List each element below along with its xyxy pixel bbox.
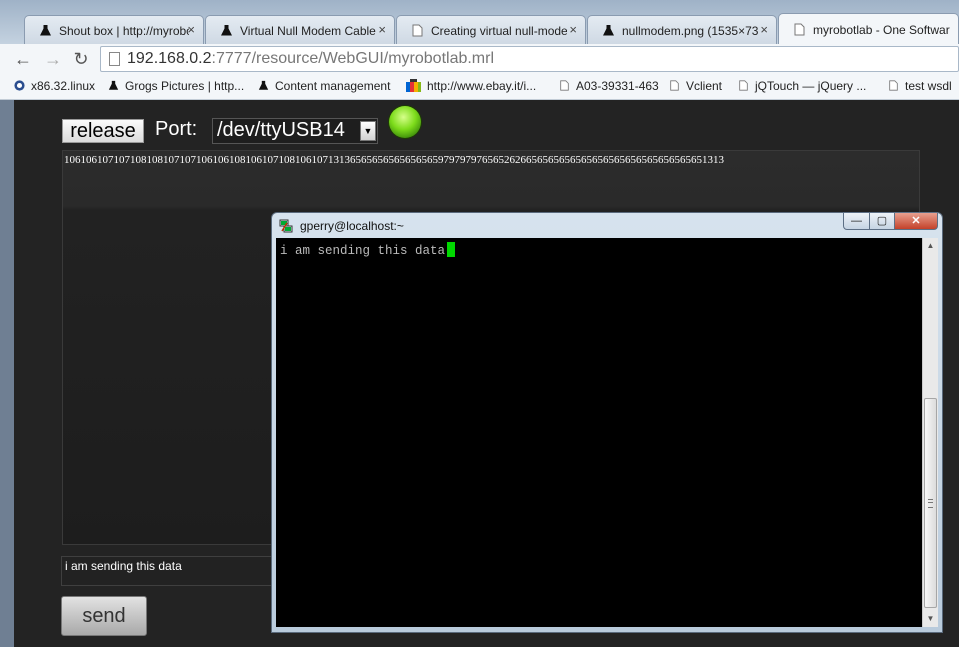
flask-icon	[108, 80, 119, 90]
bookmark-label: Grogs Pictures | http...	[125, 79, 245, 93]
reload-button[interactable]: ↻	[70, 48, 92, 70]
terminal-scrollbar[interactable]: ▲ ▼	[922, 238, 938, 627]
terminal-screen[interactable]: i am sending this data	[276, 238, 922, 627]
page-icon	[412, 24, 423, 37]
putty-window: gperry@localhost:~ — ▢ ✕ i am sending th…	[271, 212, 943, 633]
tab-myrobotlab[interactable]: myrobotlab - One Softwar	[778, 13, 959, 44]
bookmark-label: x86.32.linux	[31, 79, 96, 93]
received-data-text: 1061061071071081081071071061061081061071…	[64, 154, 724, 166]
close-icon[interactable]: ×	[187, 22, 195, 37]
maximize-button[interactable]: ▢	[869, 212, 895, 230]
tab-strip: Shout box | http://myrobc × Virtual Null…	[0, 0, 959, 44]
bookmark-item[interactable]: A03-39331-463	[559, 79, 659, 93]
terminal-text: i am sending this data	[280, 244, 446, 258]
bookmark-label: jQTouch — jQuery ...	[755, 79, 867, 93]
bookmark-label: Content management	[275, 79, 391, 93]
page-icon	[794, 23, 805, 36]
tab-title: myrobotlab - One Softwar	[813, 23, 950, 37]
linux-icon	[14, 80, 25, 91]
back-button[interactable]: ←	[12, 48, 34, 70]
tab-shout-box[interactable]: Shout box | http://myrobc ×	[24, 15, 204, 44]
connection-status-indicator	[389, 106, 421, 138]
url-text: 192.168.0.2:7777/resource/WebGUI/myrobot…	[127, 50, 494, 68]
desktop-edge	[0, 100, 14, 647]
scroll-down-icon[interactable]: ▼	[923, 611, 938, 627]
window-controls: — ▢ ✕	[843, 212, 938, 231]
chevron-down-icon[interactable]: ▼	[360, 121, 376, 141]
tab-nullmodem-png[interactable]: nullmodem.png (1535×73 ×	[587, 15, 777, 44]
bookmark-item[interactable]: x86.32.linux	[14, 79, 95, 93]
putty-icon	[279, 219, 293, 233]
flask-icon	[258, 80, 269, 90]
scrollbar-thumb[interactable]	[924, 398, 937, 608]
send-input-value: i am sending this data	[65, 559, 182, 573]
url-path: :7777/resource/WebGUI/myrobotlab.mrl	[211, 50, 495, 67]
close-icon[interactable]: ×	[378, 22, 386, 37]
page-icon	[739, 80, 748, 91]
forward-button[interactable]: →	[42, 48, 64, 70]
tab-title: Creating virtual null-mode	[431, 24, 567, 38]
close-icon[interactable]: ×	[569, 22, 577, 37]
bookmarks-bar: x86.32.linux Grogs Pictures | http... Co…	[0, 74, 959, 100]
bookmark-item[interactable]: Grogs Pictures | http...	[108, 79, 244, 93]
tab-title: Shout box | http://myrobc	[59, 24, 189, 38]
minimize-button[interactable]: —	[843, 212, 870, 230]
bookmark-label: test wsdl	[905, 79, 952, 93]
scroll-up-icon[interactable]: ▲	[923, 238, 938, 254]
send-button[interactable]: send	[61, 596, 147, 636]
browser-toolbar: ← → ↻ 192.168.0.2:7777/resource/WebGUI/m…	[0, 44, 959, 74]
tab-creating-virtual-null-modem[interactable]: Creating virtual null-mode ×	[396, 15, 586, 44]
bookmark-label: http://www.ebay.it/i...	[427, 79, 537, 93]
port-value: /dev/ttyUSB14	[217, 119, 345, 141]
flask-icon	[221, 25, 232, 36]
address-bar[interactable]: 192.168.0.2:7777/resource/WebGUI/myrobot…	[100, 46, 959, 72]
bookmark-item[interactable]: Vclient	[669, 79, 722, 93]
close-button[interactable]: ✕	[894, 212, 938, 230]
page-icon	[560, 80, 569, 91]
bookmark-label: Vclient	[686, 79, 723, 93]
bookmark-item[interactable]: test wsdl	[888, 79, 952, 93]
send-input[interactable]: i am sending this data	[61, 556, 276, 586]
flask-icon	[603, 25, 614, 36]
window-title: gperry@localhost:~	[300, 219, 404, 233]
tab-virtual-null-modem[interactable]: Virtual Null Modem Cable ×	[205, 15, 395, 44]
grip-icon	[928, 499, 933, 508]
bookmark-label: A03-39331-463	[576, 79, 659, 93]
bookmark-item[interactable]: http://www.ebay.it/i...	[406, 79, 536, 93]
bookmark-item[interactable]: Content management	[258, 79, 390, 93]
port-label: Port:	[155, 118, 198, 140]
page-icon	[109, 52, 120, 66]
tab-title: Virtual Null Modem Cable	[240, 24, 376, 38]
flask-icon	[40, 25, 51, 36]
url-host: 192.168.0.2	[127, 50, 212, 67]
bookmark-item[interactable]: jQTouch — jQuery ...	[738, 79, 866, 93]
close-icon[interactable]: ×	[760, 22, 768, 37]
terminal-line: i am sending this data	[280, 242, 456, 258]
page-icon	[889, 80, 898, 91]
port-select[interactable]: /dev/ttyUSB14 ▼	[212, 118, 378, 144]
ebay-icon	[406, 79, 421, 92]
release-button[interactable]: release	[62, 119, 144, 143]
terminal-cursor	[447, 242, 456, 257]
tab-title: nullmodem.png (1535×73	[622, 24, 758, 38]
page-icon	[670, 80, 679, 91]
